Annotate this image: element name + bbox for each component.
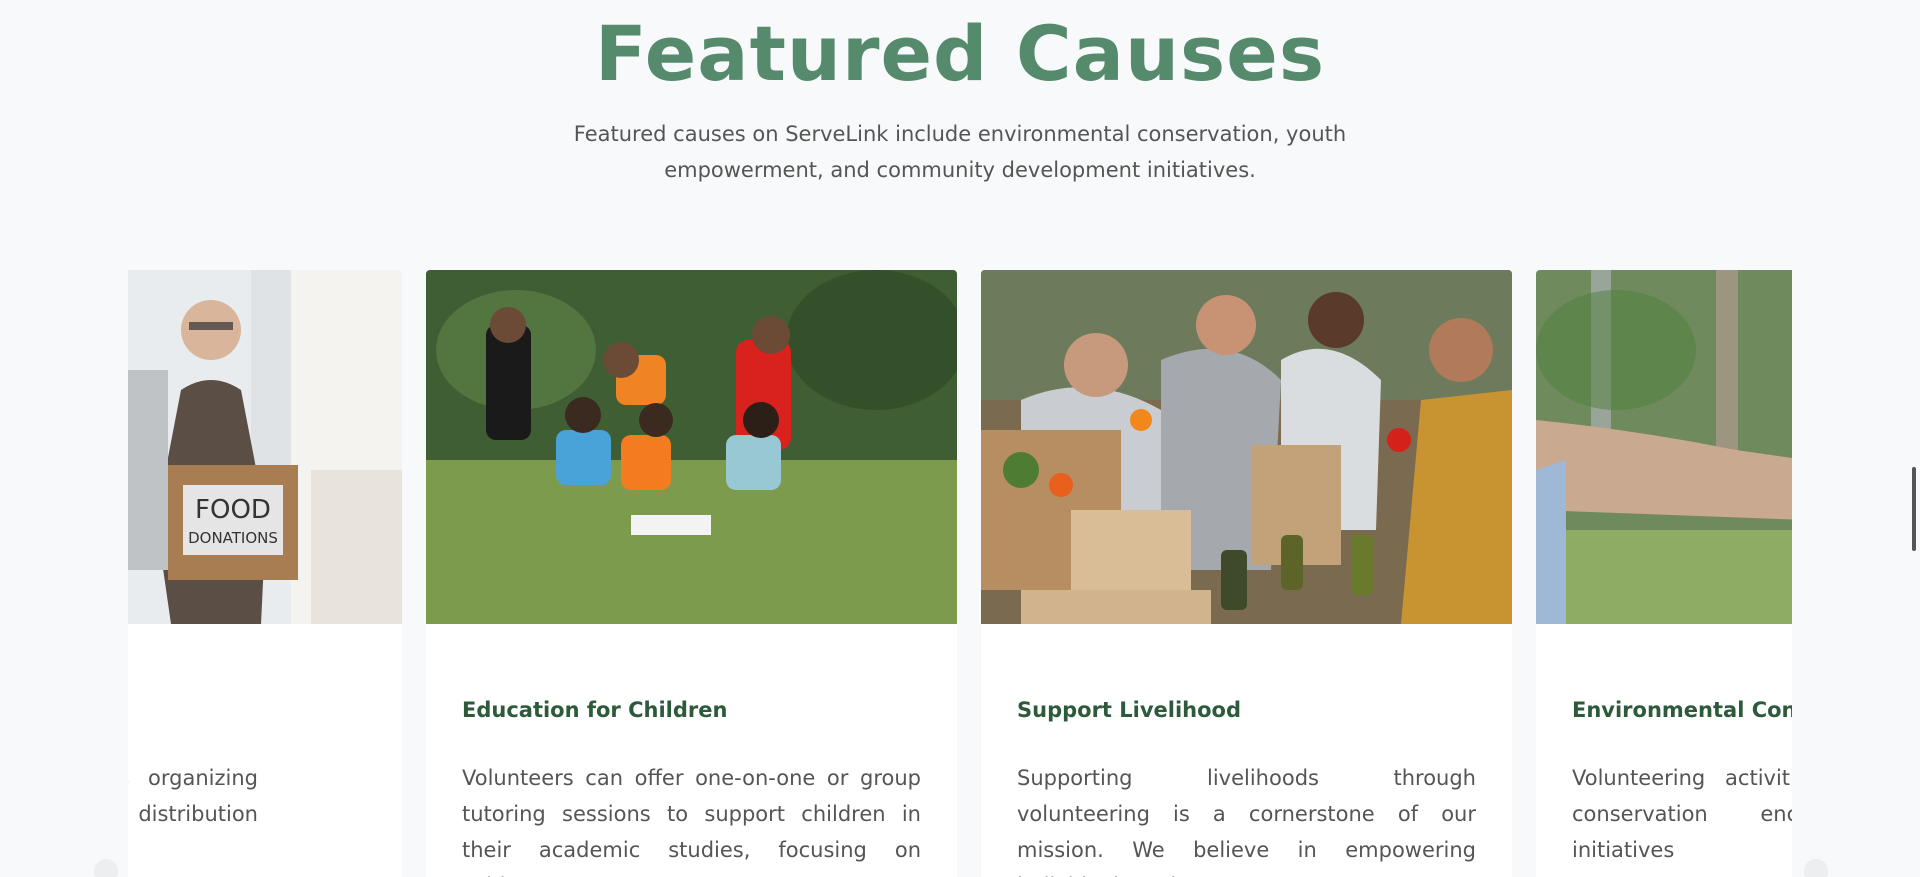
section-title: Featured Causes xyxy=(594,9,1326,98)
box-label-donations: DONATIONS xyxy=(188,529,278,547)
food-donation-photo: FOOD DONATIONS xyxy=(128,270,402,624)
cause-description: Volunteers can offer one-on-one or group… xyxy=(462,766,921,877)
cause-title: Environmental Conservation xyxy=(1572,698,1792,722)
cause-image-environment xyxy=(1536,270,1792,624)
cause-card-environment[interactable]: Environmental Conservation Volunteering … xyxy=(1536,270,1792,877)
children-reading-photo xyxy=(426,270,957,624)
volunteers-sorting-photo xyxy=(981,270,1512,624)
cause-image-education xyxy=(426,270,957,624)
box-label-food: FOOD xyxy=(195,495,271,525)
cause-title: Education for Children xyxy=(462,698,728,722)
seedling-hands-photo xyxy=(1536,270,1792,624)
cause-image-food: FOOD DONATIONS xyxy=(128,270,402,624)
cause-card-food[interactable]: FOOD DONATIONS "Food for Community" invo… xyxy=(128,270,402,877)
cause-card-livelihood[interactable]: Support Livelihood Supporting livelihood… xyxy=(981,270,1512,877)
cause-title: Support Livelihood xyxy=(1017,698,1242,722)
causes-carousel[interactable]: FOOD DONATIONS "Food for Community" invo… xyxy=(128,270,1792,877)
section-subtitle: Featured causes on ServeLink include env… xyxy=(573,122,1347,182)
featured-causes-header: Featured Causes Featured causes on Serve… xyxy=(0,0,1920,188)
cause-card-education[interactable]: Education for Children Volunteers can of… xyxy=(426,270,957,877)
cause-description: Volunteering activities in environmental… xyxy=(1572,766,1792,862)
carousel-prev-button[interactable] xyxy=(94,859,118,877)
carousel-next-button[interactable] xyxy=(1804,859,1828,877)
page-scrollbar[interactable] xyxy=(1912,467,1916,551)
cause-description: "Food for Community" involves organizing… xyxy=(128,766,258,826)
cause-description: Supporting livelihoods through volunteer… xyxy=(1017,766,1476,877)
cause-image-livelihood xyxy=(981,270,1512,624)
